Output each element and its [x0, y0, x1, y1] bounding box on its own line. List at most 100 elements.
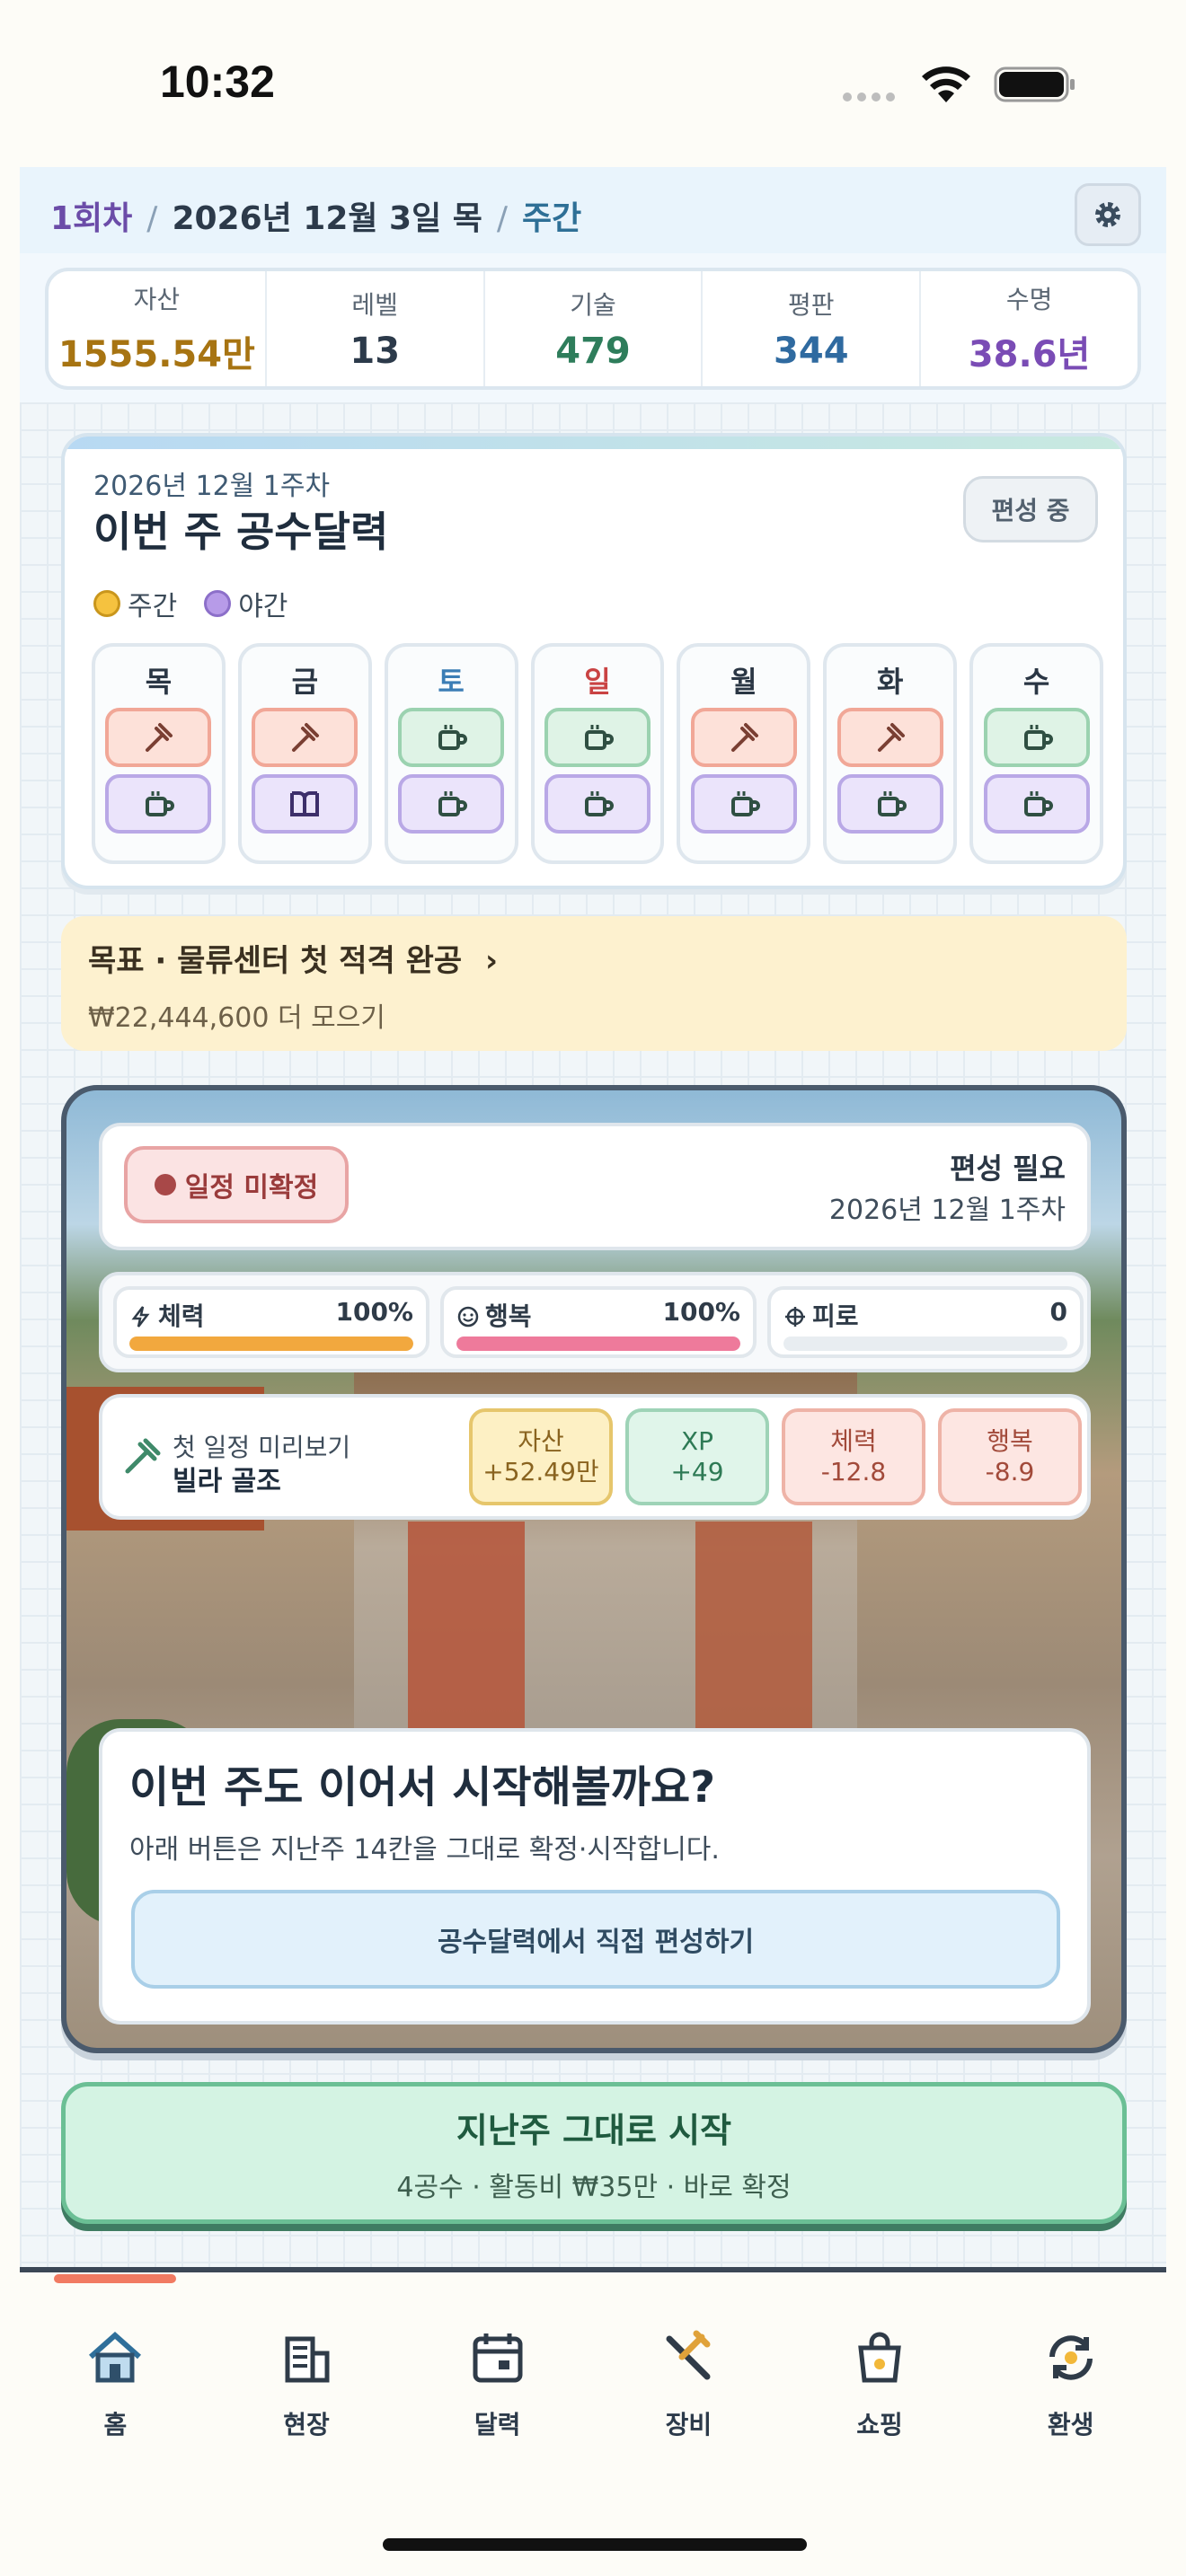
day-column[interactable]: 토 [384, 643, 518, 864]
gauge-fill [129, 1337, 413, 1351]
goal-subtitle: ₩22,444,600 더 모으기 [88, 1002, 385, 1034]
tab-label: 환생 [1047, 2410, 1094, 2439]
stat-4: 수명 38.6년 [921, 271, 1137, 386]
tab-tools[interactable]: 장비 [593, 2285, 784, 2439]
cup-icon [585, 791, 614, 816]
fatigue-icon [783, 1305, 807, 1335]
start-last-week-button[interactable]: 지난주 그대로 시작 4공수 · 활동비 ₩35만 · 바로 확정 [61, 2082, 1127, 2224]
day-shift-slot[interactable] [836, 708, 943, 767]
day-dot-icon [93, 590, 120, 617]
stamina-delta-chip: 체력 -12.8 [782, 1408, 925, 1505]
gauge-bolt: 체력 100% [113, 1286, 429, 1358]
active-tab-indicator [54, 2274, 176, 2283]
day-shift-slot[interactable] [690, 708, 797, 767]
stat-1: 레벨 13 [267, 271, 485, 386]
day-shift-slot[interactable] [544, 708, 651, 767]
building-icon [275, 2326, 338, 2393]
edit-needed-label: 편성 필요 [950, 1151, 1066, 1186]
night-shift-slot[interactable] [252, 774, 358, 834]
stat-value: 479 [555, 331, 631, 372]
weekly-calendar-card: 2026년 12월 1주차 이번 주 공수달력 편성 중 주간 야간 목 금 토… [61, 433, 1127, 889]
gauge-value: 0 [1049, 1297, 1067, 1327]
stat-2: 기술 479 [485, 271, 704, 386]
gauge-label: 행복 [485, 1301, 532, 1331]
day-column[interactable]: 월 [677, 643, 811, 864]
current-date: 2026년 12월 3일 목 [172, 200, 482, 237]
calendar-week: 2026년 12월 1주차 [93, 471, 331, 502]
cup-icon [730, 791, 760, 816]
scene-week-label: 2026년 12월 1주차 [828, 1195, 1066, 1226]
smile-icon [456, 1305, 480, 1335]
goal-banner[interactable]: 목표 · 물류센터 첫 적격 완공 › ₩22,444,600 더 모으기 [61, 916, 1127, 1051]
stat-label: 기술 [570, 290, 616, 320]
stat-label: 자산 [133, 285, 181, 314]
day-shift-slot[interactable] [252, 708, 358, 767]
night-shift-slot[interactable] [398, 774, 505, 834]
period-label: 주간 [522, 200, 582, 237]
day-column[interactable]: 화 [823, 643, 958, 864]
bolt-icon [129, 1305, 153, 1335]
stat-value: 1555.54만 [58, 334, 255, 375]
stat-value: 38.6년 [968, 334, 1091, 375]
gauge-track [456, 1337, 740, 1351]
day-shift-slot[interactable] [105, 708, 212, 767]
day-column[interactable]: 목 [92, 643, 226, 864]
manual-edit-button[interactable]: 공수달력에서 직접 편성하기 [131, 1890, 1060, 1989]
night-shift-slot[interactable] [690, 774, 797, 834]
legend-day-label: 주간 [128, 591, 178, 622]
tab-shopping-bag[interactable]: 쇼핑 [784, 2285, 976, 2439]
tab-building[interactable]: 현장 [211, 2285, 403, 2439]
day-label: 금 [291, 665, 319, 699]
continue-prompt-panel: 이번 주도 이어서 시작해볼까요? 아래 버튼은 지난주 14칸을 그대로 확정… [99, 1728, 1091, 2025]
stat-value: 344 [774, 331, 849, 372]
hammer-icon [125, 1438, 161, 1474]
prompt-title: 이번 주도 이어서 시작해볼까요? [129, 1762, 716, 1813]
red-dot-icon [154, 1174, 176, 1195]
gauge-value: 100% [335, 1297, 413, 1327]
prompt-subtitle: 아래 버튼은 지난주 14칸을 그대로 확정·시작합니다. [129, 1834, 720, 1866]
calendar-edit-button[interactable]: 편성 중 [963, 476, 1098, 543]
bottom-tab-bar: 홈 현장 달력 장비 쇼핑 환생 [20, 2285, 1166, 2439]
wifi-icon [922, 66, 970, 102]
calendar-title: 이번 주 공수달력 [93, 507, 389, 556]
day-label: 일 [584, 665, 611, 699]
gauge-label: 체력 [158, 1301, 205, 1331]
night-shift-slot[interactable] [105, 774, 212, 834]
night-shift-slot[interactable] [836, 774, 943, 834]
night-shift-slot[interactable] [983, 774, 1090, 834]
schedule-status-panel: 일정 미확정 편성 필요 2026년 12월 1주차 [99, 1123, 1091, 1250]
day-column[interactable]: 일 [530, 643, 665, 864]
day-shift-slot[interactable] [983, 708, 1090, 767]
start-button-title: 지난주 그대로 시작 [456, 2110, 732, 2150]
status-time: 10:32 [160, 57, 275, 107]
gauge-value: 100% [662, 1297, 740, 1327]
day-column[interactable]: 수 [969, 643, 1104, 864]
tab-label: 장비 [665, 2410, 712, 2439]
day-label: 수 [1022, 665, 1050, 699]
cup-icon [1023, 791, 1053, 816]
gauge-smile: 행복 100% [440, 1286, 757, 1358]
cup-icon [877, 791, 907, 816]
tools-icon [657, 2326, 720, 2393]
happiness-delta-chip: 행복 -8.9 [938, 1408, 1082, 1505]
day-column[interactable]: 금 [237, 643, 372, 864]
settings-button[interactable] [1075, 183, 1141, 246]
tab-rebirth[interactable]: 환생 [975, 2285, 1166, 2439]
gauge-track [783, 1337, 1067, 1351]
tab-home[interactable]: 홈 [20, 2285, 211, 2439]
gauge-fatigue: 피로 0 [767, 1286, 1084, 1358]
gear-icon [1095, 202, 1120, 227]
tab-label: 현장 [283, 2410, 330, 2439]
tab-label: 홈 [103, 2410, 128, 2439]
tab-calendar[interactable]: 달력 [402, 2285, 593, 2439]
stat-3: 평판 344 [703, 271, 922, 386]
day-label: 목 [145, 665, 173, 699]
breadcrumb-separator: / [496, 200, 508, 237]
tab-label: 쇼핑 [856, 2410, 903, 2439]
asset-delta-chip: 자산 +52.49만 [469, 1408, 613, 1505]
night-shift-slot[interactable] [544, 774, 651, 834]
tab-bar-divider [20, 2267, 1166, 2272]
book-icon [290, 791, 320, 816]
day-shift-slot[interactable] [398, 708, 505, 767]
preview-panel: 첫 일정 미리보기 빌라 골조 자산 +52.49만 XP +49 체력 -12.8 … [99, 1394, 1091, 1520]
